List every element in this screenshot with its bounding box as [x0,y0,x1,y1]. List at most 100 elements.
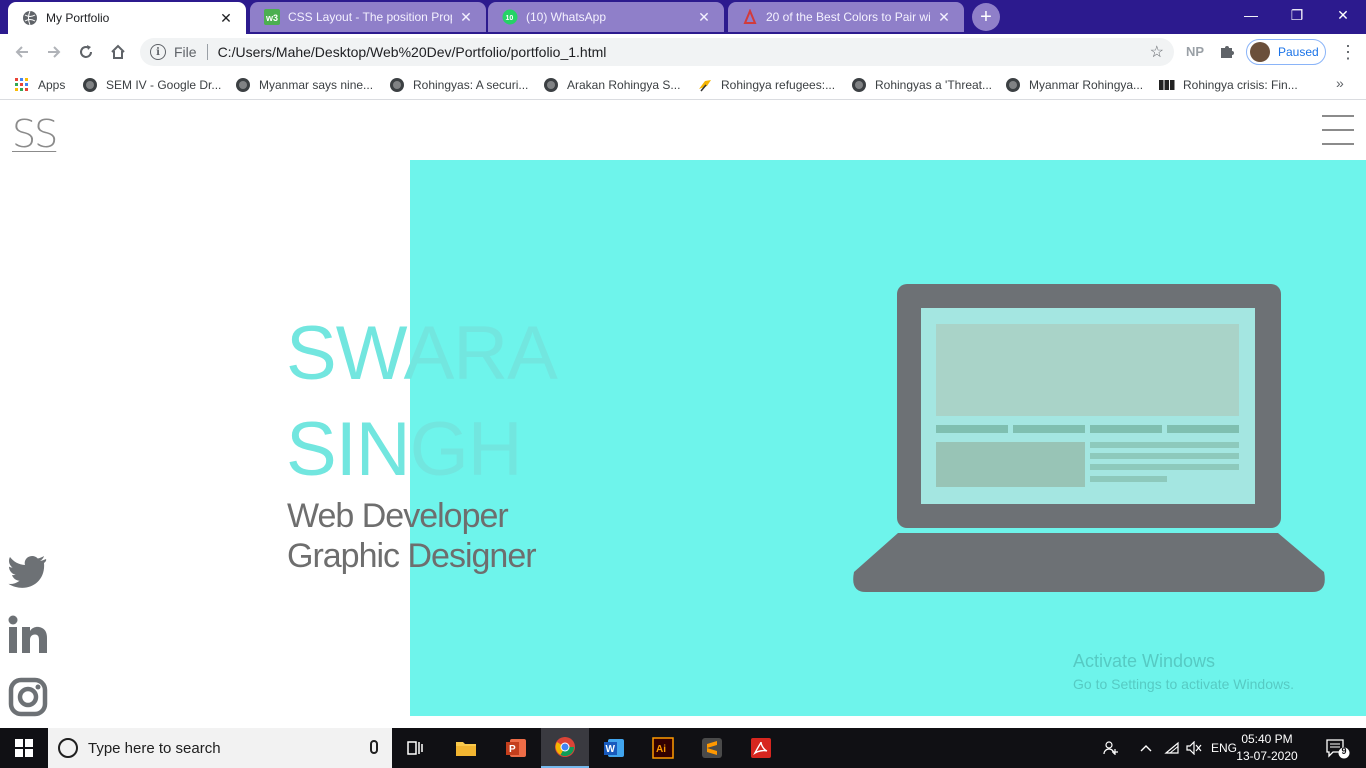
colors-icon [742,9,758,25]
bookmark-star-icon[interactable]: ☆ [1150,42,1164,62]
extensions-puzzle-icon[interactable] [1218,42,1236,63]
svg-text:P: P [509,744,516,755]
profile-button[interactable]: Paused [1246,39,1326,65]
browser-tab-strip: My Portfolio ✕ w3 CSS Layout - The posit… [0,0,1366,34]
tab-my-portfolio[interactable]: My Portfolio ✕ [8,2,246,34]
back-button[interactable] [10,40,34,64]
chevron-double-right-icon[interactable]: » [1336,75,1344,91]
cortana-icon [58,738,78,758]
divider [206,44,208,60]
bookmark-label: Myanmar says nine... [259,78,374,92]
hamburger-menu-icon[interactable] [1322,115,1354,145]
globe-icon [389,77,405,93]
scheme-label: File [174,44,197,60]
bookmark-label: Rohingyas: A securi... [413,78,529,92]
tab-title: 20 of the Best Colors to Pair with [766,10,930,24]
info-icon[interactable]: i [150,44,166,60]
sublime-text-icon[interactable] [688,728,736,768]
twitter-icon[interactable] [8,551,48,591]
forward-button[interactable] [42,40,66,64]
bookmark-item[interactable]: Arakan Rohingya S... [543,76,680,94]
menu-kebab-icon[interactable]: ⋮ [1338,42,1358,62]
svg-text:Ai: Ai [656,744,666,755]
volume-muted-icon[interactable] [1184,728,1204,768]
bookmark-label: Rohingyas a 'Threat... [875,78,993,92]
linkedin-icon[interactable] [8,615,48,655]
bookmark-label: SEM IV - Google Dr... [106,78,222,92]
restore-button[interactable]: ❐ [1274,0,1320,30]
close-icon[interactable]: ✕ [458,9,474,25]
apps-grid-icon [14,77,30,93]
bookmark-label: Myanmar Rohingya... [1029,78,1144,92]
chrome-icon[interactable] [541,728,589,768]
whatsapp-icon: 10 [502,9,518,25]
profile-status: Paused [1278,45,1319,59]
hero-name: SWARA SINGH [286,306,558,498]
chevron-up-icon[interactable] [1136,728,1156,768]
close-window-button[interactable]: ✕ [1320,0,1366,30]
globe-icon [1005,77,1021,93]
reload-icon [80,45,92,58]
avatar [1250,42,1270,62]
people-icon[interactable] [1100,728,1122,768]
microphone-icon[interactable] [370,740,378,754]
watermark-title: Activate Windows [1073,651,1216,671]
globe-icon [543,77,559,93]
minimize-button[interactable]: — [1228,0,1274,30]
browser-toolbar: i File C:/Users/Mahe/Desktop/Web%20Dev/P… [0,34,1366,70]
close-icon[interactable]: ✕ [218,10,234,26]
bbc-icon [1159,77,1175,93]
notification-center-icon[interactable]: 9 [1320,728,1356,768]
site-logo[interactable]: SS [12,115,58,153]
bookmark-label: Rohingya refugees:... [721,78,836,92]
tab-colors[interactable]: 20 of the Best Colors to Pair with ✕ [728,2,964,32]
globe-icon [82,77,98,93]
laptop-illustration [853,284,1325,592]
file-explorer-icon[interactable] [442,728,490,768]
globe-icon [851,77,867,93]
tab-title: CSS Layout - The position Propert [288,10,452,24]
new-tab-button[interactable]: + [972,3,1000,31]
bookmark-item[interactable]: Rohingyas: A securi... [389,76,528,94]
illustrator-icon[interactable]: Ai [639,728,687,768]
hero-roles: Web Developer Graphic Designer [287,496,537,576]
activate-windows-watermark: Activate Windows Go to Settings to activ… [1073,651,1294,692]
w3schools-icon: w3 [264,9,280,25]
address-bar[interactable]: i File C:/Users/Mahe/Desktop/Web%20Dev/P… [140,38,1174,66]
task-view-icon[interactable] [392,728,440,768]
bookmark-item[interactable]: Myanmar Rohingya... [1005,76,1143,94]
instagram-icon[interactable] [8,677,48,717]
bookmark-apps[interactable]: Apps [14,76,65,94]
notification-count: 9 [1341,746,1347,756]
np-extension-icon[interactable]: NP [1186,44,1204,59]
windows-start-icon[interactable] [0,728,48,768]
tab-whatsapp[interactable]: 10 (10) WhatsApp ✕ [488,2,724,32]
bookmark-item[interactable]: Rohingya refugees:... [697,76,835,94]
tab-css-layout[interactable]: w3 CSS Layout - The position Propert ✕ [250,2,486,32]
svg-text:W: W [606,744,616,755]
home-button[interactable] [106,40,130,64]
bookmarks-bar: Apps SEM IV - Google Dr... Myanmar says … [0,70,1366,100]
arrow-left-icon [15,46,28,58]
reload-button[interactable] [74,40,98,64]
close-icon[interactable]: ✕ [936,9,952,25]
wifi-icon[interactable] [1162,728,1182,768]
clock-date: 13-07-2020 [1236,749,1298,763]
arrow-right-icon [48,46,61,58]
url-text[interactable]: C:/Users/Mahe/Desktop/Web%20Dev/Portfoli… [218,44,607,60]
clock-time: 05:40 PM [1241,732,1293,746]
taskbar-search-input[interactable]: Type here to search [48,728,392,768]
bookmark-item[interactable]: Rohingya crisis: Fin... [1159,76,1298,94]
close-icon[interactable]: ✕ [696,9,712,25]
bookmark-label: Apps [38,78,66,92]
acrobat-icon[interactable] [737,728,785,768]
bookmark-item[interactable]: SEM IV - Google Dr... [82,76,221,94]
bookmark-item[interactable]: Rohingyas a 'Threat... [851,76,992,94]
bookmark-item[interactable]: Myanmar says nine... [235,76,373,94]
system-clock[interactable]: 05:40 PM 13-07-2020 [1232,731,1302,765]
word-icon[interactable]: W [590,728,638,768]
powerpoint-icon[interactable]: P [492,728,540,768]
search-placeholder: Type here to search [88,739,221,757]
tab-title: (10) WhatsApp [526,10,607,24]
name-last: SINGH [286,407,523,492]
